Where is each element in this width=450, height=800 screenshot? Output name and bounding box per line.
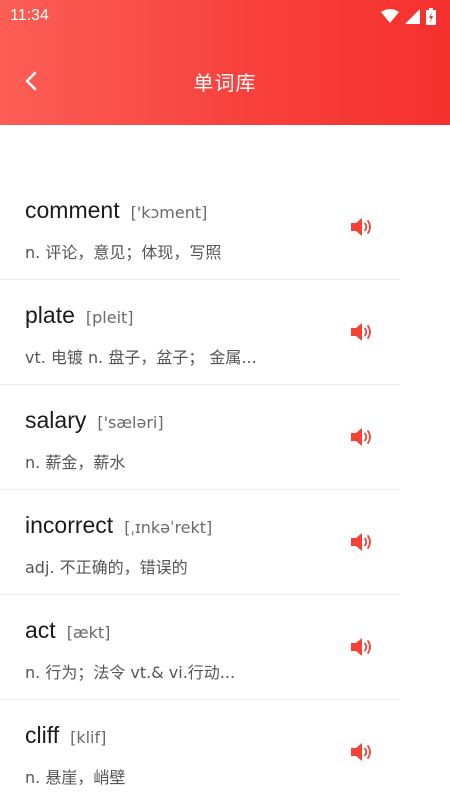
meaning-text: n. 行为；法令 vt.& vi.行动... bbox=[25, 663, 236, 682]
word-text: act bbox=[25, 617, 56, 643]
word-list-item[interactable]: incorrect [ˌɪnkəˈrekt] adj. 不正确的，错误的 bbox=[0, 490, 450, 595]
toolbar: 单词库 bbox=[0, 54, 450, 108]
word-list-item[interactable]: act [ækt] n. 行为；法令 vt.& vi.行动... bbox=[0, 595, 450, 700]
battery-icon bbox=[426, 7, 436, 25]
word-list-item[interactable]: comment ['kɔment] n. 评论，意见；体现，写照 bbox=[0, 175, 450, 280]
word-line: act [ækt] bbox=[25, 617, 110, 644]
phonetic-text: [pleit] bbox=[85, 308, 134, 327]
phonetic-text: [ækt] bbox=[66, 623, 111, 642]
app-bar: 11:34 单词库 bbox=[0, 0, 450, 125]
meaning-text: n. 薪金，薪水 bbox=[25, 453, 126, 472]
speaker-icon[interactable] bbox=[349, 636, 375, 658]
word-text: comment bbox=[25, 197, 120, 223]
speaker-icon[interactable] bbox=[349, 531, 375, 553]
phonetic-text: [klif] bbox=[70, 728, 107, 747]
speaker-icon[interactable] bbox=[349, 426, 375, 448]
word-text: salary bbox=[25, 407, 87, 433]
word-line: plate [pleit] bbox=[25, 302, 134, 329]
speaker-icon[interactable] bbox=[349, 216, 375, 238]
word-line: comment ['kɔment] bbox=[25, 197, 207, 224]
word-list-item[interactable]: cliff [klif] n. 悬崖，峭壁 bbox=[0, 700, 450, 800]
status-time: 11:34 bbox=[10, 7, 49, 24]
meaning-text: n. 评论，意见；体现，写照 bbox=[25, 243, 222, 262]
status-icons bbox=[381, 7, 436, 25]
meaning-text: adj. 不正确的，错误的 bbox=[25, 558, 188, 577]
word-line: salary ['sæləri] bbox=[25, 407, 164, 434]
wifi-icon bbox=[381, 9, 399, 23]
phonetic-text: ['kɔment] bbox=[130, 203, 208, 222]
word-text: incorrect bbox=[25, 512, 114, 538]
phonetic-text: [ˌɪnkəˈrekt] bbox=[124, 518, 213, 537]
word-list-item[interactable]: plate [pleit] vt. 电镀 n. 盘子，盆子； 金属... bbox=[0, 280, 450, 385]
page-title: 单词库 bbox=[193, 70, 257, 95]
word-text: plate bbox=[25, 302, 75, 328]
word-line: incorrect [ˌɪnkəˈrekt] bbox=[25, 512, 212, 539]
word-line: cliff [klif] bbox=[25, 722, 106, 749]
phonetic-text: ['sæləri] bbox=[97, 413, 164, 432]
back-chevron-icon bbox=[25, 71, 37, 91]
cell-signal-icon bbox=[405, 8, 420, 24]
speaker-icon[interactable] bbox=[349, 321, 375, 343]
meaning-text: vt. 电镀 n. 盘子，盆子； 金属... bbox=[25, 348, 257, 367]
meaning-text: n. 悬崖，峭壁 bbox=[25, 768, 126, 787]
word-list: comment ['kɔment] n. 评论，意见；体现，写照 plate [… bbox=[0, 175, 450, 800]
speaker-icon[interactable] bbox=[349, 741, 375, 763]
word-text: cliff bbox=[25, 722, 60, 748]
status-bar: 11:34 bbox=[0, 0, 450, 32]
back-button[interactable] bbox=[14, 64, 48, 98]
word-list-item[interactable]: salary ['sæləri] n. 薪金，薪水 bbox=[0, 385, 450, 490]
